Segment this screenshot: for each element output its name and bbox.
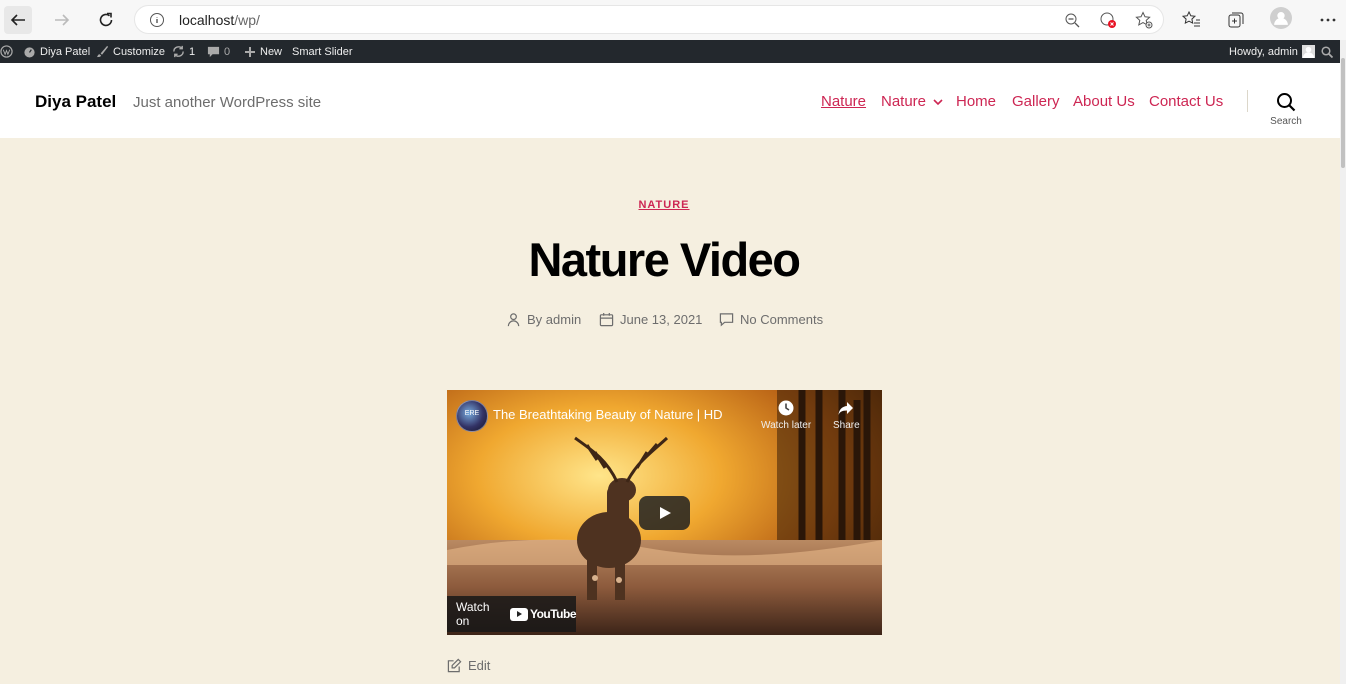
more-dots-icon — [1320, 18, 1336, 22]
youtube-embed[interactable]: ERE The Breathtaking Beauty of Nature | … — [447, 390, 882, 635]
share-arrow-icon — [838, 402, 854, 415]
back-arrow-icon — [10, 14, 25, 26]
dashboard-gauge-icon — [24, 47, 35, 58]
post-category: NATURE — [0, 199, 1328, 211]
channel-initials: ERE — [464, 410, 480, 417]
category-link[interactable]: NATURE — [638, 199, 689, 211]
comment-icon — [719, 313, 734, 327]
profile-avatar-icon — [1270, 7, 1292, 29]
watch-on-label: Watch on — [456, 600, 490, 628]
youtube-wordmark: YouTube — [529, 607, 577, 621]
admin-bar-new-label: New — [260, 45, 283, 58]
menu-item-home[interactable]: Home — [956, 93, 996, 110]
menu-item-nature-dropdown-label: Nature — [881, 93, 927, 110]
menu-item-nature-dropdown[interactable]: Nature — [881, 93, 943, 110]
header-divider — [1247, 90, 1248, 112]
youtube-play-badge-icon — [509, 607, 528, 621]
info-icon — [150, 13, 164, 27]
header-search-toggle[interactable]: Search — [1266, 89, 1306, 129]
page-scrollbar-thumb[interactable] — [1341, 58, 1345, 168]
plus-icon — [245, 46, 255, 57]
collections-button[interactable] — [1225, 9, 1247, 31]
play-button[interactable] — [639, 496, 690, 530]
favorites-button[interactable] — [1181, 9, 1203, 31]
youtube-logo: YouTube — [509, 607, 577, 621]
edit-label: Edit — [468, 658, 491, 673]
settings-more-button[interactable] — [1317, 9, 1339, 31]
reload-icon — [99, 12, 113, 27]
share-button[interactable]: Share — [833, 399, 860, 431]
channel-avatar[interactable]: ERE — [456, 400, 488, 432]
admin-bar-updates-count: 1 — [189, 45, 196, 58]
zoom-out-icon[interactable] — [1064, 12, 1080, 28]
post-author: By admin — [506, 312, 581, 327]
site-tagline: Just another WordPress site — [133, 94, 322, 111]
search-icon — [1277, 93, 1296, 112]
address-bar[interactable]: localhost/wp/ — [134, 5, 1164, 34]
admin-bar-updates[interactable]: 1 — [172, 40, 195, 63]
back-button[interactable] — [4, 6, 32, 34]
post-date: June 13, 2021 — [599, 312, 702, 327]
clock-icon — [778, 400, 794, 416]
admin-bar-comments-count: 0 — [224, 45, 231, 58]
site-title[interactable]: Diya Patel — [35, 92, 116, 112]
add-favorite-icon[interactable] — [1135, 11, 1153, 29]
favorites-star-list-icon — [1182, 10, 1200, 27]
search-icon — [1321, 45, 1333, 58]
admin-bar-site-name-label: Diya Patel — [40, 45, 91, 58]
brush-icon — [96, 45, 109, 58]
admin-bar-customize-label: Customize — [113, 45, 165, 58]
post-comments: No Comments — [719, 312, 823, 327]
menu-item-about-us[interactable]: About Us — [1073, 93, 1135, 110]
watch-on-youtube-button[interactable]: Watch on YouTube — [447, 596, 577, 632]
comment-bubble-icon — [207, 46, 220, 58]
forward-arrow-icon — [55, 14, 70, 26]
admin-bar-smart-slider-label: Smart Slider — [292, 45, 353, 58]
user-avatar-icon — [1301, 45, 1315, 58]
wp-logo-menu[interactable] — [0, 40, 13, 63]
profile-button[interactable] — [1270, 7, 1292, 29]
wordpress-logo-icon — [0, 45, 13, 58]
browser-toolbar: localhost/wp/ — [0, 0, 1346, 40]
watch-later-label: Watch later — [761, 420, 812, 431]
user-icon — [507, 313, 520, 327]
admin-bar-comments[interactable]: 0 — [207, 40, 230, 63]
admin-bar-howdy-label: Howdy, admin — [1229, 45, 1298, 58]
forward-button[interactable] — [48, 6, 76, 34]
admin-bar-search[interactable] — [1321, 40, 1333, 63]
admin-bar-site-name[interactable]: Diya Patel — [23, 40, 90, 63]
collections-icon — [1228, 12, 1244, 28]
wp-admin-bar: Diya Patel Customize 1 0 New Smart Slide… — [0, 40, 1346, 63]
share-label: Share — [833, 420, 860, 431]
post-date-link[interactable]: June 13, 2021 — [620, 312, 702, 327]
play-icon — [660, 507, 671, 519]
watch-later-button[interactable]: Watch later — [761, 399, 811, 431]
post-author-link[interactable]: By admin — [527, 312, 581, 327]
tracking-prevention-icon[interactable] — [1099, 11, 1117, 29]
post-comments-link[interactable]: No Comments — [740, 312, 823, 327]
updates-icon — [173, 45, 184, 58]
menu-item-gallery[interactable]: Gallery — [1012, 93, 1060, 110]
calendar-icon — [599, 312, 614, 327]
video-title[interactable]: The Breathtaking Beauty of Nature | HD — [493, 407, 723, 422]
admin-bar-new[interactable]: New — [244, 40, 282, 63]
post-title: Nature Video — [528, 233, 801, 286]
chevron-down-icon — [933, 99, 943, 106]
menu-item-contact-us[interactable]: Contact Us — [1149, 93, 1223, 110]
edit-post-link[interactable]: Edit — [447, 658, 490, 673]
url-text: localhost/wp/ — [179, 12, 260, 28]
admin-bar-smart-slider[interactable]: Smart Slider — [292, 40, 353, 63]
reload-button[interactable] — [92, 6, 120, 34]
admin-bar-account[interactable]: Howdy, admin — [1229, 40, 1315, 63]
search-toggle-label: Search — [1270, 116, 1302, 127]
edit-pencil-icon — [447, 658, 462, 673]
admin-bar-customize[interactable]: Customize — [96, 40, 165, 63]
menu-item-nature-current[interactable]: Nature — [821, 93, 866, 110]
